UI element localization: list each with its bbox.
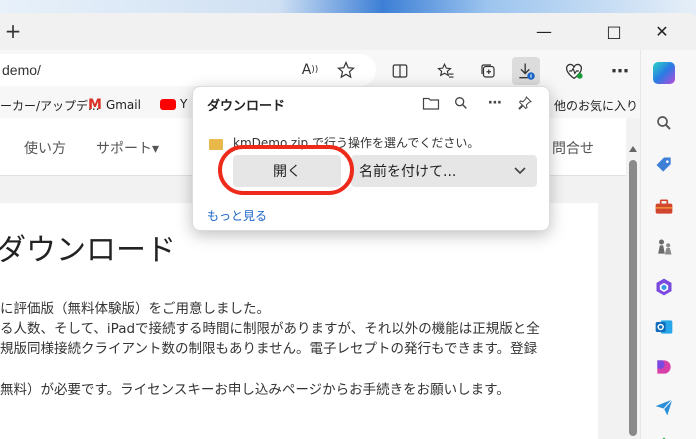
split-screen-icon[interactable] xyxy=(386,57,414,85)
browser-essentials-icon[interactable] xyxy=(560,57,588,85)
title-bar: + — □ ✕ xyxy=(0,13,696,50)
drop-send-icon[interactable] xyxy=(653,396,675,418)
scroll-thumb[interactable] xyxy=(629,160,637,436)
favorite-star-icon[interactable] xyxy=(332,56,360,84)
see-more-link[interactable]: もっと見る xyxy=(207,207,267,224)
page-scrollbar[interactable] xyxy=(626,118,640,439)
shopping-tag-icon[interactable] xyxy=(653,154,675,176)
page-content: ダウンロード に評価版（無料体験版）をご用意しました。 る人数、そして、iPad… xyxy=(0,203,598,439)
close-button[interactable]: ✕ xyxy=(642,19,682,45)
settings-more-icon[interactable]: ⋯ xyxy=(606,57,634,85)
open-folder-icon[interactable] xyxy=(421,93,441,113)
maximize-button[interactable]: □ xyxy=(594,19,634,45)
more-options-icon[interactable]: ⋯ xyxy=(485,93,505,113)
microsoft365-icon[interactable] xyxy=(653,276,675,298)
games-icon[interactable] xyxy=(653,236,675,258)
nav-contact[interactable]: 問合せ xyxy=(552,138,594,158)
zip-file-icon xyxy=(209,139,223,150)
chevron-down-icon xyxy=(514,167,526,175)
paragraph-line: 無料）が必要です。ライセンスキーお申し込みページからお手続きをお願いします。 xyxy=(0,382,510,398)
address-bar[interactable]: demo/ A)) xyxy=(0,54,376,86)
downloads-icon[interactable] xyxy=(512,57,540,85)
extension-icon[interactable] xyxy=(653,434,675,439)
highlight-annotation xyxy=(218,145,354,195)
bookmark-youtube[interactable]: Y xyxy=(160,97,187,111)
edge-sidebar xyxy=(640,50,696,439)
new-tab-button[interactable]: + xyxy=(2,19,24,43)
url-text: demo/ xyxy=(2,62,41,78)
flyout-title: ダウンロード xyxy=(207,99,286,114)
save-as-button[interactable]: 名前を付けて... xyxy=(351,155,503,187)
paragraph-line: に評価版（無料体験版）をご用意しました。 xyxy=(0,301,270,317)
bookmark-gmail[interactable]: M Gmail xyxy=(88,97,141,113)
minimize-button[interactable]: — xyxy=(524,19,564,45)
page-title: ダウンロード xyxy=(0,233,176,268)
outlook-icon[interactable] xyxy=(653,316,675,338)
copilot-icon[interactable] xyxy=(653,62,675,84)
pin-icon[interactable] xyxy=(515,93,535,113)
tools-icon[interactable] xyxy=(653,196,675,218)
read-aloud-icon[interactable]: A)) xyxy=(296,56,324,84)
nav-usage[interactable]: 使い方 xyxy=(24,138,66,158)
designer-icon[interactable] xyxy=(653,356,675,378)
paragraph-line: る人数、そして、iPadで接続する時間に制限がありますが、それ以外の機能は正規版… xyxy=(0,321,540,337)
favorites-icon[interactable] xyxy=(432,57,460,85)
gmail-icon: M xyxy=(88,97,102,113)
paragraph-line: 規版同様接続クライアント数の制限もありません。電子レセプトの発行もできます。登録 xyxy=(0,341,538,357)
youtube-icon xyxy=(160,98,176,110)
scroll-up-arrow-icon[interactable] xyxy=(629,146,637,152)
nav-support[interactable]: サポート▾ xyxy=(96,138,159,158)
search-downloads-icon[interactable] xyxy=(451,93,471,113)
bookmark-item[interactable]: ーカー/アップデ... xyxy=(0,97,100,114)
collections-icon[interactable] xyxy=(474,57,502,85)
bookmark-other-favorites[interactable]: 他のお気に入り xyxy=(554,97,638,114)
save-options-dropdown[interactable] xyxy=(503,155,537,187)
search-icon[interactable] xyxy=(653,112,675,134)
